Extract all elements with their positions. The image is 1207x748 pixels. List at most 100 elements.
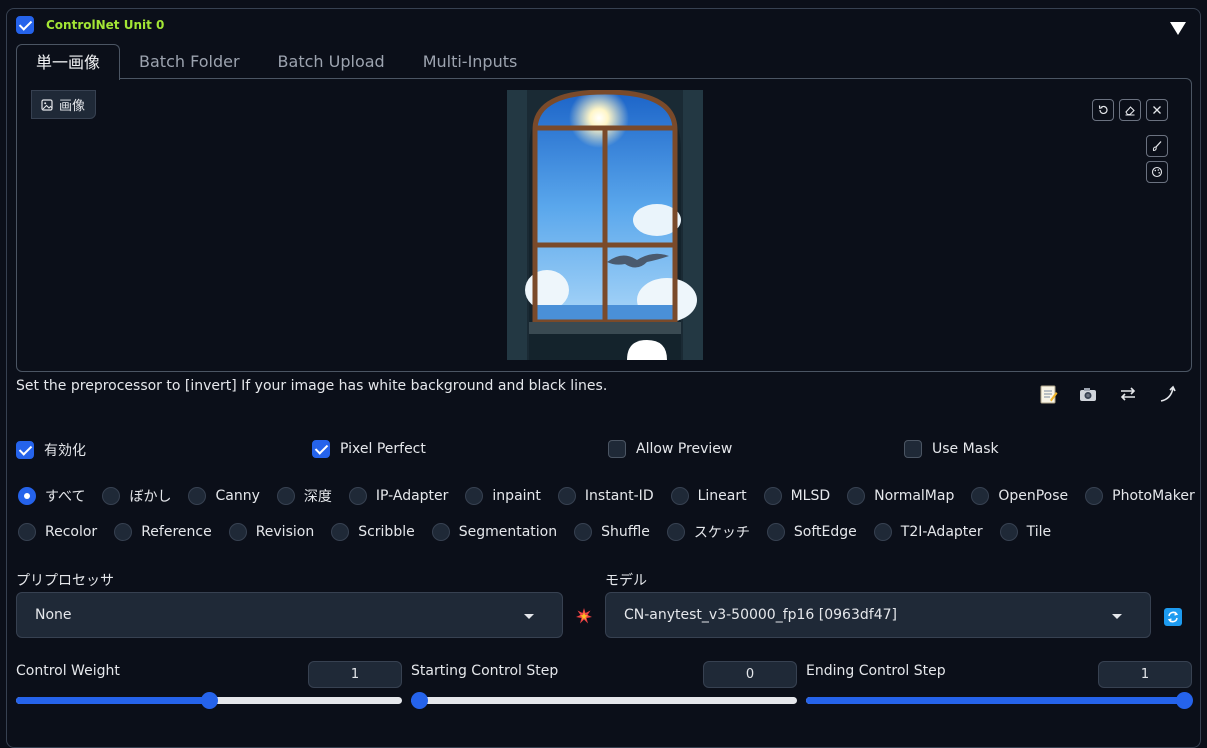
use-mask-checkbox[interactable]	[904, 440, 922, 458]
slider-handle[interactable]	[411, 692, 428, 709]
control-type-option[interactable]: Shuffle	[574, 523, 650, 541]
radio-button[interactable]	[670, 487, 689, 505]
radio-button[interactable]	[766, 523, 785, 541]
chevron-down-icon	[524, 614, 534, 619]
radio-button[interactable]	[465, 487, 484, 505]
radio-button[interactable]	[847, 487, 866, 505]
unit-header[interactable]: ControlNet Unit 0	[16, 16, 164, 34]
radio-button[interactable]	[18, 487, 36, 505]
tab-batch-folder[interactable]: Batch Folder	[120, 44, 259, 79]
camera-icon	[1080, 388, 1096, 401]
control-weight-slider[interactable]	[16, 691, 402, 711]
pixel-perfect-label: Pixel Perfect	[340, 441, 426, 457]
radio-button[interactable]	[114, 523, 133, 541]
preprocessor-value: None	[35, 607, 72, 623]
pixel-perfect-option[interactable]: Pixel Perfect	[312, 440, 426, 458]
control-type-option[interactable]: PhotoMaker	[1085, 487, 1195, 505]
radio-button[interactable]	[276, 487, 295, 505]
radio-button[interactable]	[102, 487, 121, 505]
control-type-option[interactable]: Instant-ID	[557, 487, 654, 505]
refresh-models-button[interactable]	[1164, 608, 1182, 626]
control-type-option[interactable]: Lineart	[670, 487, 747, 505]
control-type-option[interactable]: MLSD	[763, 487, 830, 505]
webcam-button[interactable]	[1076, 382, 1100, 406]
send-dimensions-button[interactable]	[1156, 382, 1180, 406]
control-type-option[interactable]: Recolor	[18, 523, 97, 541]
radio-button[interactable]	[1085, 487, 1104, 505]
control-type-label: SoftEdge	[793, 524, 857, 540]
slider-handle[interactable]	[201, 692, 218, 709]
control-type-row-1: すべて ぼかし Canny 深度 IP-Adapter inpaint Inst…	[18, 486, 1207, 506]
radio-button[interactable]	[331, 523, 350, 541]
radio-button[interactable]	[188, 487, 207, 505]
image-canvas[interactable]: 画像	[16, 78, 1192, 372]
control-type-label: ぼかし	[129, 489, 172, 505]
tab-multi-inputs[interactable]: Multi-Inputs	[404, 44, 537, 79]
new-canvas-button[interactable]	[1036, 382, 1060, 406]
preprocessor-label: プリプロセッサ	[16, 573, 114, 589]
tab-batch-upload[interactable]: Batch Upload	[259, 44, 404, 79]
mirror-button[interactable]	[1116, 382, 1140, 406]
control-type-option[interactable]: inpaint	[465, 487, 541, 505]
starting-step-input[interactable]: 0	[703, 661, 797, 688]
control-type-label: IP-Adapter	[375, 488, 449, 504]
radio-button[interactable]	[557, 487, 576, 505]
control-type-label: Canny	[215, 488, 260, 504]
unit-enable-checkbox[interactable]	[16, 16, 34, 34]
control-type-option[interactable]: すべて	[18, 486, 85, 506]
undo-button[interactable]	[1092, 99, 1114, 121]
control-type-row-2: Recolor Reference Revision Scribble Segm…	[18, 522, 1068, 542]
eraser-button[interactable]	[1119, 99, 1141, 121]
control-type-option[interactable]: T2I-Adapter	[873, 523, 983, 541]
control-type-label: Recolor	[45, 524, 98, 540]
slider-handle[interactable]	[1176, 692, 1193, 709]
model-dropdown[interactable]: CN-anytest_v3-50000_fp16 [0963df47]	[605, 592, 1151, 638]
radio-button[interactable]	[228, 523, 247, 541]
control-type-label: NormalMap	[874, 488, 955, 504]
control-type-option[interactable]: SoftEdge	[766, 523, 857, 541]
control-type-option[interactable]: IP-Adapter	[348, 487, 449, 505]
radio-button[interactable]	[763, 487, 782, 505]
radio-button[interactable]	[574, 523, 593, 541]
brush-button[interactable]	[1146, 135, 1168, 157]
use-mask-option[interactable]: Use Mask	[904, 440, 999, 458]
color-palette-button[interactable]	[1146, 161, 1168, 183]
control-type-option[interactable]: Scribble	[331, 523, 415, 541]
image-tools	[1036, 382, 1180, 406]
radio-button[interactable]	[971, 487, 990, 505]
allow-preview-option[interactable]: Allow Preview	[608, 440, 732, 458]
control-type-option[interactable]: Segmentation	[431, 523, 557, 541]
control-type-label: Revision	[255, 524, 315, 540]
collapse-triangle-icon[interactable]	[1170, 22, 1186, 35]
control-type-option[interactable]: スケッチ	[666, 522, 750, 542]
clear-button[interactable]	[1146, 99, 1168, 121]
control-type-option[interactable]: Tile	[999, 523, 1051, 541]
control-type-option[interactable]: Reference	[114, 523, 212, 541]
radio-button[interactable]	[348, 487, 367, 505]
ending-step-slider[interactable]	[806, 691, 1193, 711]
enable-option[interactable]: 有効化	[16, 440, 86, 460]
control-type-option[interactable]: 深度	[276, 486, 332, 506]
control-type-option[interactable]: Canny	[188, 487, 260, 505]
ending-step-input[interactable]: 1	[1098, 661, 1192, 688]
radio-button[interactable]	[666, 523, 685, 541]
radio-button[interactable]	[431, 523, 450, 541]
allow-preview-checkbox[interactable]	[608, 440, 626, 458]
control-type-option[interactable]: OpenPose	[971, 487, 1068, 505]
slider-track	[411, 697, 797, 704]
control-type-option[interactable]: Revision	[228, 523, 315, 541]
control-type-option[interactable]: NormalMap	[847, 487, 954, 505]
radio-button[interactable]	[999, 523, 1018, 541]
tab-single-image[interactable]: 単一画像	[16, 44, 121, 80]
control-type-option[interactable]: ぼかし	[102, 486, 171, 506]
control-type-label: T2I-Adapter	[900, 524, 983, 540]
pixel-perfect-checkbox[interactable]	[312, 440, 330, 458]
radio-button[interactable]	[873, 523, 892, 541]
radio-button[interactable]	[18, 523, 36, 541]
control-type-label: OpenPose	[998, 488, 1069, 504]
preprocessor-dropdown[interactable]: None	[16, 592, 563, 638]
run-preprocessor-button[interactable]	[575, 607, 593, 625]
enable-checkbox[interactable]	[16, 441, 34, 459]
starting-step-slider[interactable]	[411, 691, 797, 711]
control-weight-input[interactable]: 1	[308, 661, 402, 688]
